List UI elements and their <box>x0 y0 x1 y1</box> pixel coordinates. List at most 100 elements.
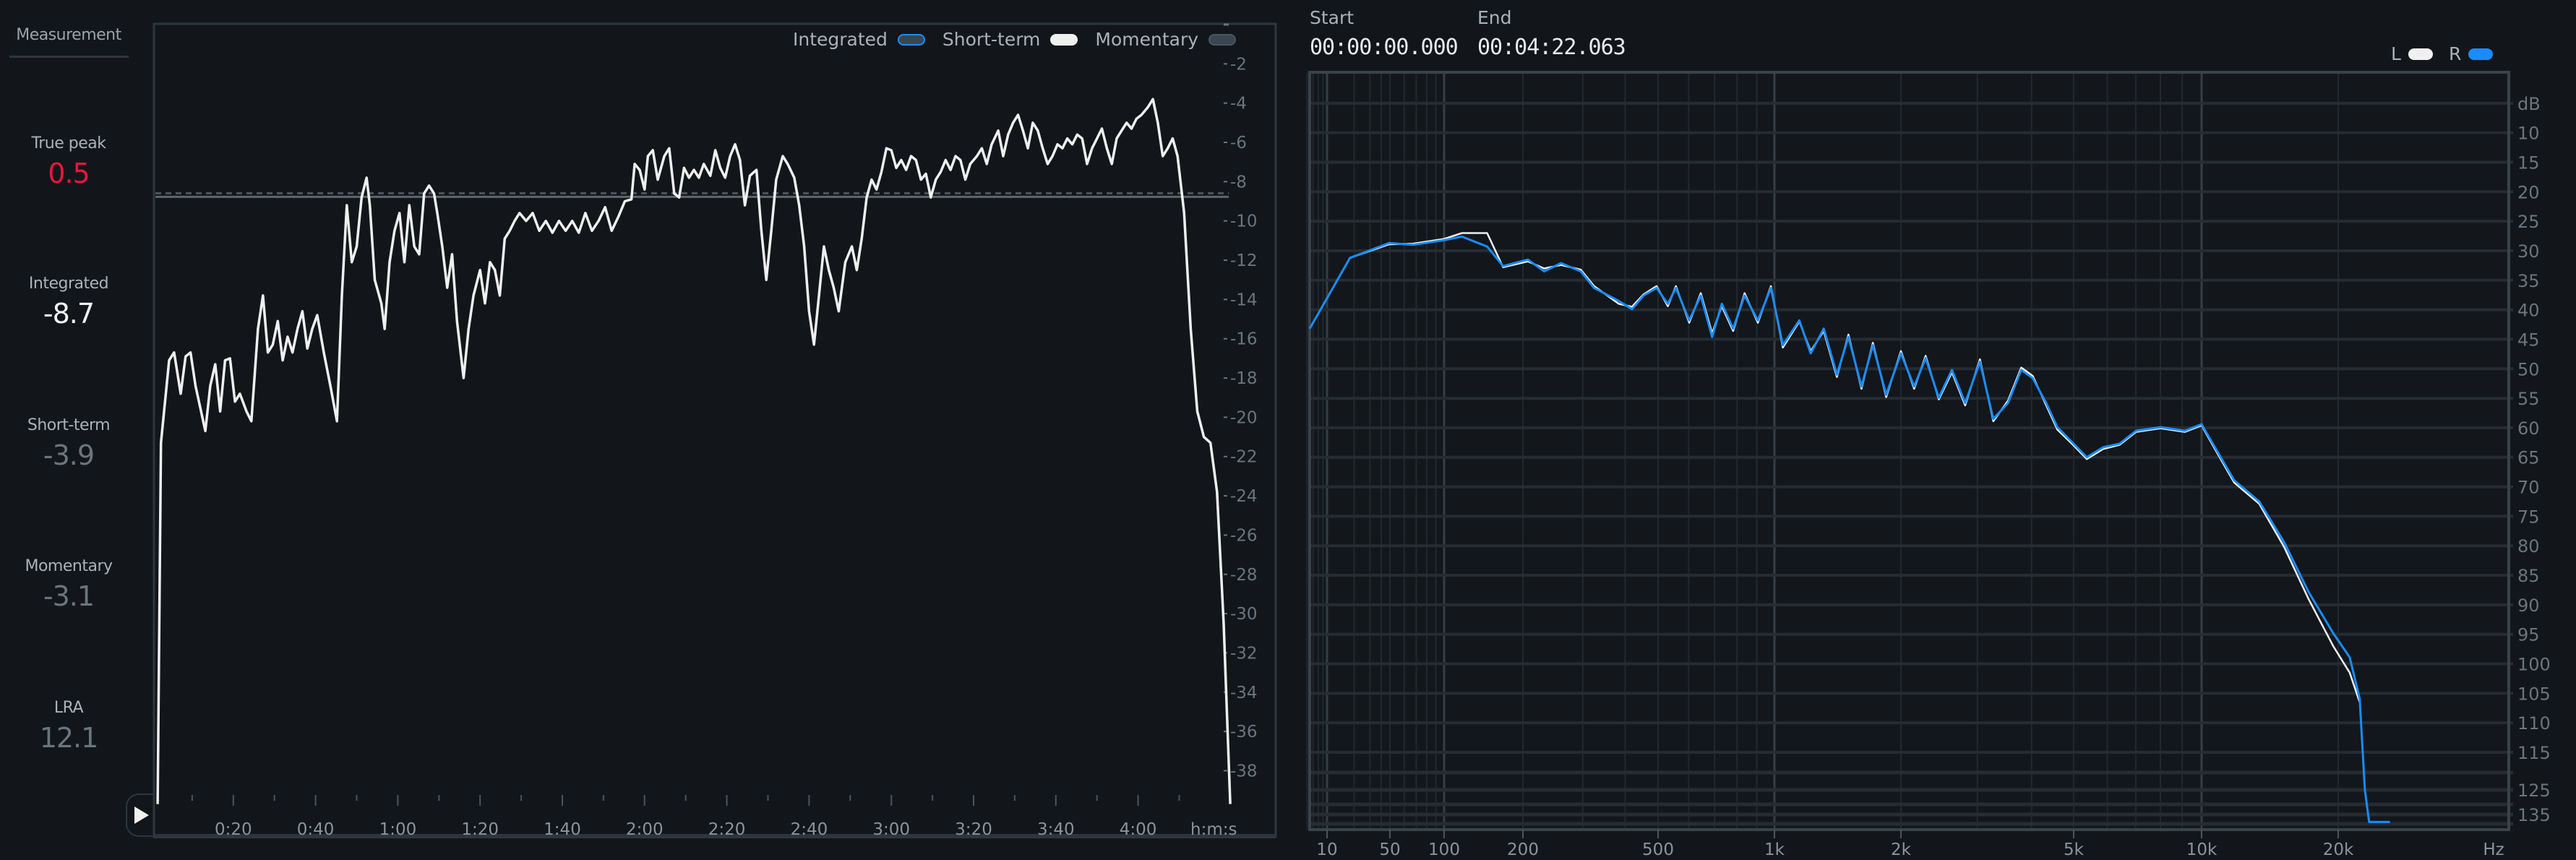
legend-r-label: R <box>2448 43 2462 64</box>
x-tick-label: 3:20 <box>955 820 992 839</box>
db-tick-label: 50 <box>2517 359 2540 379</box>
y-tick-label: -10 <box>1230 212 1258 231</box>
db-tick-label: 20 <box>2517 182 2540 202</box>
lra-label: LRA <box>53 699 84 717</box>
db-tick-label: 110 <box>2517 713 2551 734</box>
x-tick-label: 3:00 <box>872 820 910 839</box>
x-axis-unit: h:m:s <box>1190 820 1237 839</box>
charts-canvas: -2 -4 -6 -8 -10 -12 -14 -16 -18 -20 -22 -24 -26 -28 -3… <box>153 22 2551 859</box>
freq-tick-label: 20k <box>2323 840 2354 859</box>
y-tick-label: -32 <box>1230 644 1258 663</box>
db-tick-label: 115 <box>2517 743 2551 763</box>
y-tick-label: -38 <box>1230 762 1258 781</box>
legend-momentary-label: Momentary <box>1095 29 1199 50</box>
db-tick-label: 30 <box>2517 241 2540 262</box>
y-tick-label: -12 <box>1230 251 1258 270</box>
x-tick-label: 2:40 <box>791 820 828 839</box>
x-tick-label: 0:40 <box>297 820 335 839</box>
short-term-line <box>156 98 1232 804</box>
y-tick-label: -16 <box>1230 330 1258 349</box>
freq-tick-label: 100 <box>1428 840 1460 859</box>
integrated-value: -8.7 <box>43 298 95 330</box>
channel-legend: L R <box>2391 43 2494 64</box>
db-tick-label: 35 <box>2517 271 2540 291</box>
db-tick-label: 105 <box>2517 684 2551 704</box>
lra-value: 12.1 <box>39 722 99 754</box>
spectrum-bg <box>1310 72 2509 830</box>
momentary-label: Momentary <box>25 557 113 575</box>
measurement-tab[interactable]: Measurement <box>0 26 137 44</box>
y-tick-label: -20 <box>1230 408 1258 427</box>
db-tick-label: 85 <box>2517 566 2540 586</box>
db-tick-label: 65 <box>2517 448 2540 468</box>
true-peak-label: True peak <box>31 134 106 152</box>
y-tick-label: -24 <box>1230 487 1258 506</box>
legend-momentary-swatch[interactable] <box>1208 33 1237 46</box>
db-tick-label: 15 <box>2517 152 2540 173</box>
end-label: End <box>1477 7 1512 28</box>
x-tick-label: 2:00 <box>626 820 664 839</box>
freq-tick-label: 10 <box>1316 840 1337 859</box>
db-tick-label: 40 <box>2517 301 2540 321</box>
integrated-label: Integrated <box>28 275 109 293</box>
x-tick-label: 0:20 <box>215 820 252 839</box>
db-tick-label: 95 <box>2517 625 2540 645</box>
freq-tick-label: 1k <box>1764 840 1785 859</box>
freq-tick-label: 50 <box>1379 840 1400 859</box>
freq-tick-label: 200 <box>1507 840 1539 859</box>
y-tick-label: -6 <box>1230 134 1247 152</box>
db-tick-label: 80 <box>2517 536 2540 556</box>
y-tick-label: -34 <box>1230 684 1258 702</box>
freq-tick-label: 10k <box>2186 840 2217 859</box>
end-time[interactable]: 00:04:22.063 <box>1477 35 1626 60</box>
true-peak-value: 0.5 <box>48 158 90 189</box>
short-term-value: -3.9 <box>43 439 95 471</box>
momentary-value: -3.1 <box>43 580 95 612</box>
play-button[interactable] <box>126 794 155 837</box>
db-tick-label: dB <box>2517 94 2541 114</box>
db-tick-label: 90 <box>2517 595 2540 616</box>
y-tick-label: -26 <box>1230 526 1258 545</box>
loudness-legend: Integrated Short-term Momentary <box>793 29 1237 50</box>
freq-tick-label: 5k <box>2064 840 2085 859</box>
db-tick-label: 100 <box>2517 655 2551 675</box>
db-tick-label: 125 <box>2517 781 2551 801</box>
legend-r-swatch[interactable] <box>2468 48 2494 60</box>
legend-l-label: L <box>2391 43 2401 64</box>
y-tick-label: -4 <box>1230 95 1247 113</box>
y-tick-label: -2 <box>1230 55 1247 74</box>
db-tick-label: 135 <box>2517 805 2551 825</box>
x-tick-label: 1:20 <box>461 820 499 839</box>
y-tick-label: -18 <box>1230 369 1258 388</box>
legend-l-swatch[interactable] <box>2408 48 2433 60</box>
db-tick-label: 75 <box>2517 507 2540 527</box>
x-tick-label: 4:00 <box>1120 820 1157 839</box>
db-tick-label: 55 <box>2517 389 2540 409</box>
y-tick-label: -8 <box>1230 173 1247 192</box>
x-tick-label: 1:00 <box>379 820 417 839</box>
start-time[interactable]: 00:00:00.000 <box>1310 35 1459 60</box>
y-tick-label: -14 <box>1230 291 1258 309</box>
y-tick-label: -30 <box>1230 605 1258 624</box>
legend-short-term-swatch[interactable] <box>1050 33 1078 46</box>
y-tick-label: -28 <box>1230 566 1258 585</box>
db-tick-label: 25 <box>2517 212 2540 232</box>
y-tick-label: -36 <box>1230 723 1258 741</box>
legend-short-term-label: Short-term <box>942 29 1041 50</box>
freq-tick-label: 500 <box>1642 840 1674 859</box>
freq-axis-unit: Hz <box>2483 840 2504 859</box>
x-tick-label: 1:40 <box>544 820 581 839</box>
x-tick-label: 2:20 <box>708 820 746 839</box>
y-tick-label: -22 <box>1230 448 1258 467</box>
freq-tick-label: 2k <box>1891 840 1912 859</box>
db-tick-label: 10 <box>2517 124 2540 144</box>
short-term-label: Short-term <box>27 416 111 434</box>
db-tick-label: 70 <box>2517 478 2540 498</box>
legend-integrated-label: Integrated <box>793 29 888 50</box>
start-label: Start <box>1310 7 1354 28</box>
db-tick-label: 60 <box>2517 418 2540 439</box>
x-tick-label: 3:40 <box>1037 820 1075 839</box>
tab-underline <box>9 56 129 58</box>
legend-integrated-swatch[interactable] <box>897 33 925 46</box>
db-tick-label: 45 <box>2517 330 2540 350</box>
